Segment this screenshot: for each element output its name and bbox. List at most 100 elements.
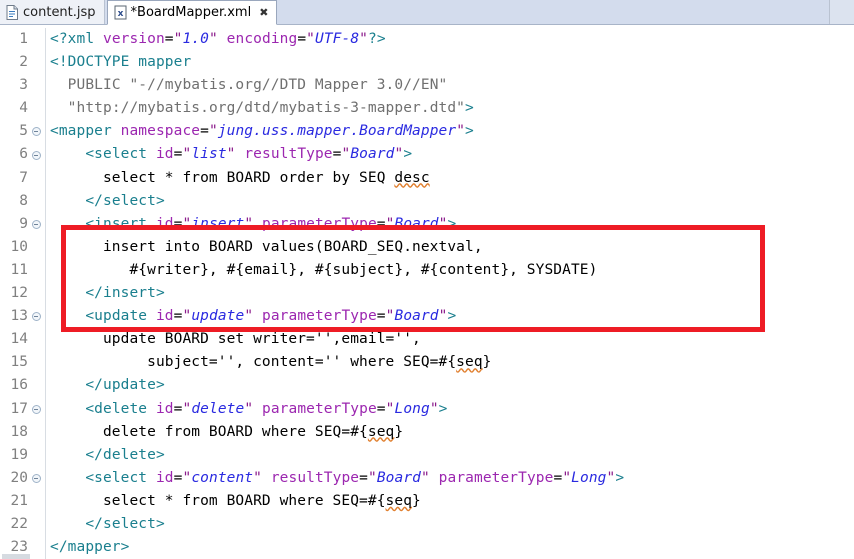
code-token-eq: = <box>164 31 174 47</box>
code-line[interactable]: 19 </delete> <box>0 443 854 467</box>
fold-marker[interactable] <box>31 312 41 322</box>
code-line-text[interactable]: insert into BOARD values(BOARD_SEQ.nextv… <box>50 236 854 259</box>
code-line-text[interactable]: select * from BOARD order by SEQ desc <box>50 167 854 190</box>
code-token-doctype: <!DOCTYPE mapper <box>50 54 192 71</box>
code-line-text[interactable]: <insert id="insert" parameterType="Board… <box>50 213 854 236</box>
code-line-text[interactable]: delete from BOARD where SEQ=#{seq} <box>50 421 854 444</box>
code-line[interactable]: 18 delete from BOARD where SEQ=#{seq} <box>0 420 854 444</box>
code-editor[interactable]: 1 <?xml version="1.0" encoding="UTF-8"?> 2… <box>0 25 854 559</box>
code-line-text[interactable]: </update> <box>50 374 854 397</box>
code-line-text[interactable]: update BOARD set writer='',email='', <box>50 328 854 351</box>
fold-marker[interactable] <box>31 219 41 229</box>
code-token-spell: seq <box>367 423 395 440</box>
fold-collapse-icon[interactable] <box>29 312 43 322</box>
code-line-text[interactable]: </delete> <box>50 444 854 467</box>
code-line[interactable]: 11 #{writer}, #{email}, #{subject}, #{co… <box>0 258 854 283</box>
tab-boardmapper-xml[interactable]: x *BoardMapper.xml ✖ <box>106 0 278 25</box>
fold-marker[interactable] <box>31 473 41 483</box>
horizontal-scrollbar-thumb[interactable] <box>2 554 30 559</box>
code-line[interactable]: 6 <select id="list" resultType="Board"> <box>0 143 854 167</box>
tab-bar-empty-area <box>277 0 829 24</box>
code-line[interactable]: 3 PUBLIC "-//mybatis.org//DTD Mapper 3.0… <box>0 74 854 98</box>
code-token-quote: " <box>359 31 368 47</box>
code-line-text[interactable]: <select id="list" resultType="Board"> <box>50 143 854 166</box>
code-line-text[interactable]: <update id="update" parameterType="Board… <box>50 305 854 328</box>
code-token-eq: = <box>376 400 386 417</box>
code-token-quote: " <box>208 31 218 47</box>
code-token-attr: parameterType <box>262 215 377 232</box>
code-line[interactable]: 22 </select> <box>0 512 854 537</box>
code-token-spell: seq <box>385 492 413 509</box>
code-line-text[interactable]: </select> <box>50 513 854 536</box>
code-line[interactable]: 15 subject='', content='' where SEQ=#{se… <box>0 351 854 375</box>
code-line[interactable]: 17 <delete id="delete" parameterType="Lo… <box>0 397 854 421</box>
code-line[interactable]: 14 update BOARD set writer='',email='', <box>0 328 854 352</box>
code-line-text[interactable]: <delete id="delete" parameterType="Long"… <box>50 398 854 421</box>
editor-tab-bar: content.jsp x *BoardMapper.xml ✖ <box>0 0 854 25</box>
code-line-text[interactable]: <!DOCTYPE mapper <box>50 51 854 74</box>
fold-collapse-icon[interactable] <box>29 150 43 160</box>
code-line-text[interactable]: #{writer}, #{email}, #{subject}, #{conte… <box>50 259 854 282</box>
fold-marker[interactable] <box>31 150 41 160</box>
code-token-eq: = <box>359 469 368 486</box>
tab-content-jsp[interactable]: content.jsp <box>0 0 105 24</box>
code-line[interactable]: 1 <?xml version="1.0" encoding="UTF-8"?> <box>0 28 854 52</box>
fold-marker[interactable] <box>31 127 41 137</box>
code-lines-container[interactable]: 1 <?xml version="1.0" encoding="UTF-8"?> 2… <box>0 25 854 559</box>
code-token-txt: #{writer}, #{email}, #{subject}, #{conte… <box>50 261 598 278</box>
code-token-quote: " <box>182 469 192 486</box>
code-token-tag: > <box>438 400 448 417</box>
code-token-spell: desc <box>394 169 430 186</box>
code-line[interactable]: 16 </update> <box>0 374 854 398</box>
code-line[interactable]: 21 select * from BOARD where SEQ=#{seq} <box>0 489 854 513</box>
code-token-val: Long <box>571 469 607 486</box>
code-line[interactable]: 13 <update id="update" parameterType="Bo… <box>0 305 854 329</box>
code-line[interactable]: 2 <!DOCTYPE mapper <box>0 51 854 75</box>
code-line[interactable]: 12 </insert> <box>0 282 854 306</box>
code-token-eq: = <box>376 308 386 325</box>
fold-marker[interactable] <box>31 404 41 414</box>
code-line-text[interactable]: <select id="content" resultType="Board" … <box>50 467 854 490</box>
code-line-text[interactable]: </insert> <box>50 282 854 305</box>
code-line-text[interactable]: select * from BOARD where SEQ=#{seq} <box>50 490 854 513</box>
code-line[interactable]: 4 "http://mybatis.org/dtd/mybatis-3-mapp… <box>0 97 854 121</box>
code-line-text[interactable]: </mapper> <box>50 536 854 559</box>
code-line-text[interactable]: subject='', content='' where SEQ=#{seq} <box>50 351 854 374</box>
code-line[interactable]: 9 <insert id="insert" parameterType="Boa… <box>0 212 854 236</box>
code-token-attr: id <box>155 469 174 486</box>
code-token-tag: <mapper <box>50 123 121 140</box>
code-line-text[interactable]: <mapper namespace="jung.uss.mapper.Board… <box>50 120 854 143</box>
code-token-quote: " <box>182 215 192 232</box>
code-line-text[interactable]: PUBLIC "-//mybatis.org//DTD Mapper 3.0//… <box>50 74 854 97</box>
tab-bar-overflow-chip[interactable] <box>829 0 854 24</box>
code-token-txt: } <box>482 354 492 371</box>
line-number: 1 <box>19 31 28 47</box>
code-token-val: delete <box>191 400 245 417</box>
fold-collapse-icon[interactable] <box>29 473 43 483</box>
code-line[interactable]: 5 <mapper namespace="jung.uss.mapper.Boar… <box>0 120 854 144</box>
code-token-eq: = <box>553 469 563 486</box>
code-line[interactable]: 23 </mapper> <box>0 536 854 559</box>
code-line[interactable]: 10 insert into BOARD values(BOARD_SEQ.ne… <box>0 235 854 259</box>
code-line-text[interactable]: "http://mybatis.org/dtd/mybatis-3-mapper… <box>50 97 854 120</box>
fold-collapse-icon[interactable] <box>29 219 43 229</box>
fold-collapse-icon[interactable] <box>29 127 43 137</box>
code-line-text[interactable]: <?xml version="1.0" encoding="UTF-8"?> <box>50 28 854 51</box>
code-line[interactable]: 20 <select id="content" resultType="Boar… <box>0 466 854 490</box>
code-line[interactable]: 7 select * from BOARD order by SEQ desc <box>0 166 854 190</box>
code-token-spell: seq <box>456 354 483 371</box>
code-line[interactable]: 8 </select> <box>0 189 854 213</box>
code-token-val: Board <box>394 308 439 325</box>
code-token-quote: " <box>226 146 236 163</box>
tab-label-content-jsp: content.jsp <box>23 4 96 20</box>
fold-collapse-icon[interactable] <box>29 404 43 414</box>
close-icon[interactable]: ✖ <box>259 7 268 18</box>
line-number: 22 <box>10 515 28 532</box>
code-line-text[interactable]: </select> <box>50 190 854 213</box>
code-token-txt: update BOARD set writer='',email='', <box>50 331 421 348</box>
